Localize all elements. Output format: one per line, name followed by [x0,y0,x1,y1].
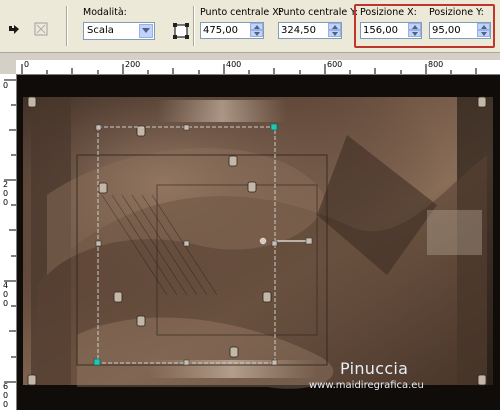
pos-y-field[interactable] [429,22,491,39]
ruler-label: 600 [327,60,343,69]
center-y-field[interactable] [278,22,342,39]
pos-y-input[interactable] [430,23,478,38]
ruler-label: 6 0 0 [3,382,9,409]
image-canvas[interactable]: Pinuccia www.maidiregrafica.eu [17,75,500,410]
ruler-label: 800 [428,60,444,69]
canvas-artwork [17,75,500,410]
vertical-ruler: 0 2 0 0 4 0 0 6 0 0 [0,74,17,410]
ruler-label: 0 [24,60,30,69]
spin-down-icon[interactable] [477,30,490,37]
pos-y-label: Posizione Y: [429,7,484,18]
ruler-label: 200 [125,60,141,69]
pos-x-input[interactable] [361,23,409,38]
spin-up-icon[interactable] [250,23,263,30]
ruler-label: 2 0 0 [3,180,9,207]
spin-down-icon[interactable] [250,30,263,37]
mode-label: Modalità: [83,7,127,18]
center-x-spinner[interactable] [250,23,263,38]
watermark-name: Pinuccia [340,359,409,378]
spin-up-icon[interactable] [408,23,421,30]
center-y-label: Punto centrale Y: [278,7,358,18]
chevron-down-icon[interactable] [139,24,153,38]
tool-options-toolbar: Modalità: Scala Punto centrale X: Punto … [0,0,500,53]
pos-x-field[interactable] [360,22,422,39]
ruler-label: 0 [3,81,9,90]
apply-icon[interactable] [30,18,52,40]
spin-down-icon[interactable] [328,30,341,37]
center-x-label: Punto centrale X: [200,7,282,18]
spin-down-icon[interactable] [408,30,421,37]
mode-select-value: Scala [87,25,114,36]
spin-up-icon[interactable] [328,23,341,30]
ruler-label: 400 [226,60,242,69]
reset-icon[interactable] [3,18,25,40]
center-y-input[interactable] [279,23,329,38]
spin-up-icon[interactable] [477,23,490,30]
pos-y-spinner[interactable] [477,23,490,38]
ruler-label: 4 0 0 [3,281,9,308]
ruler-corner [0,60,16,74]
center-x-input[interactable] [201,23,251,38]
pos-x-spinner[interactable] [408,23,421,38]
center-y-spinner[interactable] [328,23,341,38]
deformation-grid-icon[interactable] [170,20,192,42]
watermark-url: www.maidiregrafica.eu [309,380,424,391]
mode-select[interactable]: Scala [83,22,155,40]
pos-x-label: Posizione X: [360,7,417,18]
horizontal-ruler: 0 200 400 600 800 [16,60,500,75]
center-x-field[interactable] [200,22,264,39]
